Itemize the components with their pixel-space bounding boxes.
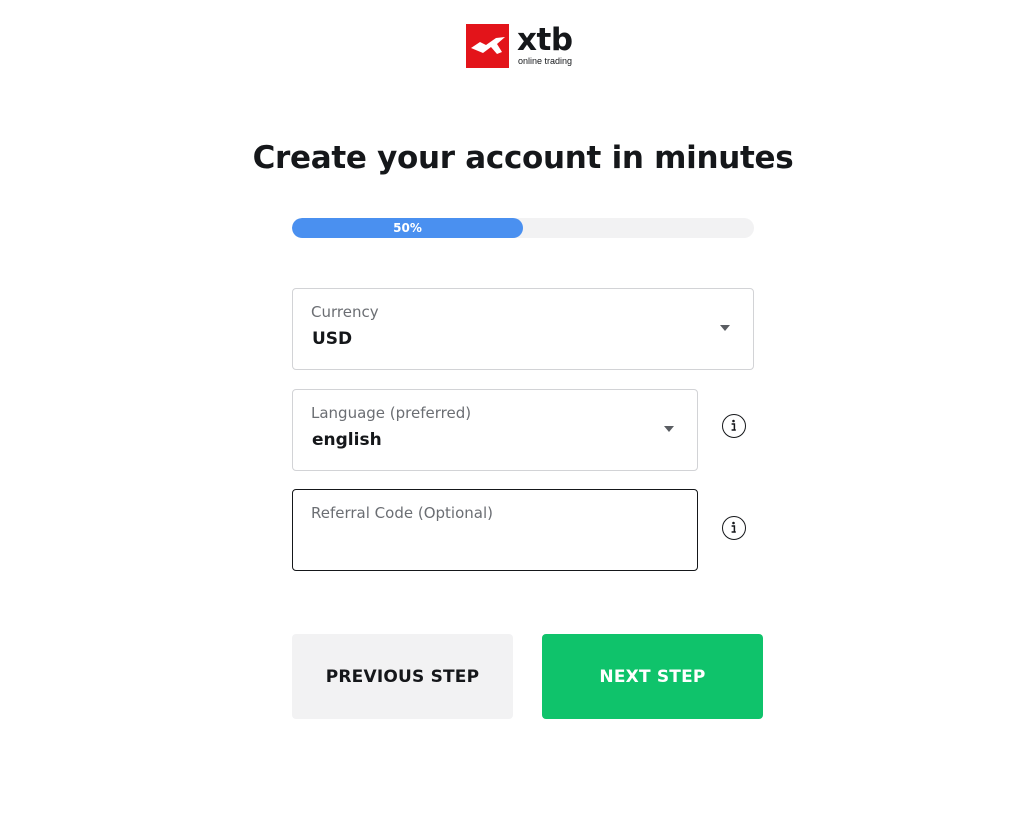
logo-tagline: online trading (518, 56, 573, 66)
page-title: Create your account in minutes (252, 140, 794, 176)
xtb-logo-mark-icon (466, 24, 509, 68)
currency-value: USD (312, 329, 353, 349)
currency-select[interactable]: Currency USD (292, 288, 754, 370)
progress-fill: 50% (292, 218, 523, 238)
progress-label: 50% (393, 221, 422, 235)
chevron-down-icon (720, 325, 730, 331)
chevron-down-icon (664, 426, 674, 432)
language-value: english (312, 430, 382, 450)
referral-label: Referral Code (Optional) (311, 504, 493, 522)
logo-wordmark: xtb (517, 22, 573, 58)
previous-step-button[interactable]: PREVIOUS STEP (292, 634, 513, 719)
referral-info-icon[interactable] (722, 516, 746, 540)
currency-label: Currency (311, 303, 379, 321)
language-select[interactable]: Language (preferred) english (292, 389, 698, 471)
xtb-logo[interactable]: xtb online trading (466, 24, 573, 68)
referral-code-input[interactable]: Referral Code (Optional) (292, 489, 698, 571)
language-label: Language (preferred) (311, 404, 472, 422)
progress-bar: 50% (292, 218, 754, 238)
next-step-button[interactable]: NEXT STEP (542, 634, 763, 719)
language-info-icon[interactable] (722, 414, 746, 438)
